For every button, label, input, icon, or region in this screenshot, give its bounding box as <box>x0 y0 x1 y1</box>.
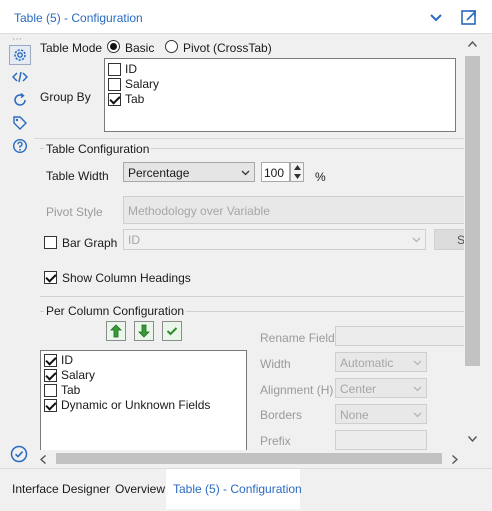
arrow-down-icon <box>138 324 150 338</box>
scroll-left-icon[interactable] <box>36 452 50 466</box>
table-width-label: Table Width <box>46 169 109 183</box>
width-select[interactable]: Automatic <box>335 352 427 372</box>
group-tab-checkbox[interactable] <box>108 93 121 106</box>
prefix-input[interactable] <box>335 430 427 450</box>
popout-icon[interactable] <box>460 8 478 26</box>
grip-icon: ⋯ <box>12 34 23 45</box>
tag-icon[interactable] <box>9 113 31 133</box>
col-salary-checkbox[interactable] <box>44 369 57 382</box>
per-column-field-list[interactable]: ID Salary Tab Dynamic or Unknown Fields <box>40 350 247 450</box>
table-mode-label: Table Mode <box>40 41 103 55</box>
rotate-icon[interactable] <box>9 90 31 110</box>
spin-up-icon[interactable] <box>291 163 303 172</box>
chevron-down-icon <box>241 170 250 176</box>
pivot-style-label: Pivot Style <box>46 205 103 219</box>
help-icon[interactable] <box>9 136 31 156</box>
window-title: Table (5) - Configuration <box>14 11 143 25</box>
table-config-title: Table Configuration <box>44 142 152 156</box>
basic-radio[interactable] <box>107 40 120 53</box>
vertical-scroll-thumb[interactable] <box>465 56 480 366</box>
sidebar: ⋯ <box>0 34 34 468</box>
divider <box>40 296 464 297</box>
table-width-input[interactable]: 100 <box>261 162 290 182</box>
prefix-label: Prefix <box>260 434 291 448</box>
table-width-stepper[interactable] <box>290 162 304 182</box>
bottom-tab-bar: Interface Designer Overview Table (5) - … <box>0 468 492 511</box>
configuration-panel: Table Mode Basic Pivot (CrossTab) Group … <box>34 34 464 450</box>
rename-field-label: Rename Field <box>260 331 335 345</box>
horizontal-scrollbar[interactable] <box>34 450 464 467</box>
borders-label: Borders <box>260 408 303 422</box>
table-width-mode-select[interactable]: Percentage <box>123 162 255 182</box>
tab-interface-designer[interactable]: Interface Designer <box>12 469 110 509</box>
scroll-up-icon[interactable] <box>465 37 479 51</box>
borders-select[interactable]: None <box>335 404 427 424</box>
scroll-right-icon[interactable] <box>448 452 462 466</box>
percent-unit: % <box>315 170 326 184</box>
chevron-down-icon <box>413 386 422 392</box>
group-salary-checkbox[interactable] <box>108 78 121 91</box>
scroll-down-icon[interactable] <box>465 432 479 446</box>
title-bar: Table (5) - Configuration <box>0 0 492 34</box>
pivot-radio-label[interactable]: Pivot (CrossTab) <box>183 41 272 55</box>
chevron-down-icon <box>413 360 422 366</box>
move-up-button[interactable] <box>106 321 126 341</box>
move-down-button[interactable] <box>134 321 154 341</box>
bar-graph-field-select[interactable]: ID <box>123 229 426 250</box>
group-id-checkbox[interactable] <box>108 63 121 76</box>
code-icon[interactable] <box>9 67 31 87</box>
tab-table-configuration[interactable]: Table (5) - Configuration <box>166 469 302 509</box>
spin-down-icon[interactable] <box>291 172 303 181</box>
chevron-down-icon <box>413 412 422 418</box>
per-column-title: Per Column Configuration <box>44 304 187 318</box>
chevron-down-icon[interactable] <box>428 9 444 25</box>
col-tab-checkbox[interactable] <box>44 384 57 397</box>
pivot-radio[interactable] <box>165 40 178 53</box>
bar-graph-settings-button[interactable]: S <box>434 229 464 250</box>
col-id-checkbox[interactable] <box>44 354 57 367</box>
check-all-button[interactable] <box>162 321 182 341</box>
gear-icon[interactable] <box>9 45 31 65</box>
group-by-list[interactable]: ID Salary Tab <box>104 58 456 132</box>
divider <box>34 138 464 139</box>
bar-graph-checkbox[interactable] <box>44 236 57 249</box>
col-dynamic-checkbox[interactable] <box>44 399 57 412</box>
bar-graph-label: Bar Graph <box>62 236 118 250</box>
checkmark-icon <box>166 327 178 336</box>
check-circle-icon[interactable] <box>10 445 28 463</box>
show-headings-checkbox[interactable] <box>44 271 57 284</box>
basic-radio-label[interactable]: Basic <box>125 41 154 55</box>
vertical-scrollbar[interactable] <box>464 34 481 450</box>
rename-field-input[interactable] <box>335 326 464 346</box>
show-headings-label: Show Column Headings <box>62 271 191 285</box>
arrow-up-icon <box>110 324 122 338</box>
chevron-down-icon <box>412 237 421 243</box>
tab-overview[interactable]: Overview <box>115 469 165 509</box>
pivot-style-select[interactable]: Methodology over Variable <box>123 196 464 224</box>
width-label: Width <box>260 357 291 371</box>
horizontal-scroll-thumb[interactable] <box>56 453 442 464</box>
group-by-label: Group By <box>40 90 91 104</box>
alignment-label: Alignment (H) <box>260 383 334 397</box>
alignment-select[interactable]: Center <box>335 378 427 398</box>
